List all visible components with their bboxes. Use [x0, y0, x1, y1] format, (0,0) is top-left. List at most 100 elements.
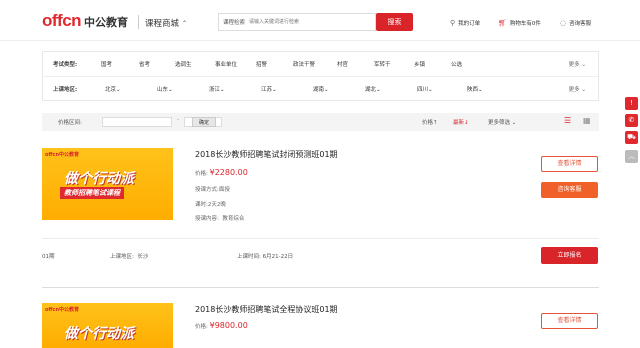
course-1-price-row: 价格: ¥2280.00 — [195, 168, 248, 177]
sidebar-phone-button[interactable]: ✆ — [625, 114, 638, 127]
region-4-label: 湖南 — [313, 87, 325, 93]
filter-region-0[interactable]: 北京⌄ — [105, 85, 121, 93]
list-view-icon[interactable]: ☰ — [564, 116, 571, 125]
region-row: 上课地区: 北京⌄ 山东⌄ 浙江⌄ 江苏⌄ 湖南⌄ 湖北⌄ 四川⌄ 陕西⌄ 更多… — [43, 77, 598, 102]
sort-latest[interactable]: 最新↓ — [453, 118, 469, 126]
course-1-divider — [42, 238, 599, 239]
filter-region-1[interactable]: 山东⌄ — [157, 85, 173, 93]
region-0-label: 北京 — [105, 87, 117, 93]
course-1-mode-row: 授课方式:面授 — [195, 185, 230, 193]
filter-exam-type-3[interactable]: 事业单位 — [215, 60, 237, 68]
sidebar-cart-button[interactable]: ⛟ — [625, 131, 638, 144]
course-2-title[interactable]: 2018长沙教师招聘笔试全程协议班01期 — [195, 304, 338, 315]
region-2-label: 浙江 — [209, 87, 221, 93]
section-dropdown[interactable]: 课程商城 ⌃ — [145, 17, 187, 29]
price-label: 价格: — [195, 324, 208, 330]
region-5-label: 湖北 — [365, 87, 377, 93]
chevron-down-icon: ⌄ — [376, 87, 381, 93]
sort-toolbar: 价格区间: - 确定 价格↑ 最新↓ 更多筛选 ⌄ ☰ ▦ — [42, 113, 599, 131]
price-min-input[interactable] — [102, 117, 172, 127]
mode-value: 面授 — [218, 187, 230, 193]
filter-region-7[interactable]: 陕西⌄ — [467, 85, 483, 93]
grid-view-icon[interactable]: ▦ — [583, 116, 591, 125]
chevron-down-icon: ⌄ — [581, 62, 586, 68]
more-filters[interactable]: 更多筛选 ⌄ — [488, 118, 516, 126]
logo[interactable]: offcn 中公教育 — [42, 11, 128, 31]
filter-exam-type-8[interactable]: 乡镇 — [414, 60, 425, 68]
chevron-down-icon: ⌄ — [168, 87, 173, 93]
filter-region-6[interactable]: 四川⌄ — [417, 85, 433, 93]
search-button[interactable]: 搜索 — [376, 13, 413, 31]
filter-exam-type-2[interactable]: 选调生 — [175, 60, 192, 68]
filter-exam-type-4[interactable]: 招警 — [256, 60, 267, 68]
range-dash: - — [177, 117, 179, 123]
course-1-thumbnail[interactable]: offcn中公教育 做个行动派 教师招聘笔试课程 — [42, 148, 173, 220]
chevron-down-icon: ⌄ — [478, 87, 483, 93]
filter-exam-type-6[interactable]: 村官 — [337, 60, 348, 68]
arrow-up-icon: ︿ — [628, 152, 635, 160]
price-label: 价格: — [195, 171, 208, 177]
chevron-up-icon: ⌃ — [182, 19, 188, 27]
course-1-consult-button[interactable]: 咨询客服 — [541, 182, 598, 198]
thumb-title: 做个行动派 — [64, 326, 134, 342]
sort-price[interactable]: 价格↑ — [422, 118, 438, 126]
course-1-enroll-button[interactable]: 立即报名 — [541, 247, 598, 264]
more-exam-types-label: 更多 — [568, 62, 580, 68]
content-value: 教育综合 — [222, 216, 245, 222]
search-input[interactable] — [249, 15, 360, 29]
thumb-logo: offcn中公教育 — [45, 152, 80, 158]
filter-region-3[interactable]: 江苏⌄ — [261, 85, 277, 93]
cart-icon: ⛟ — [627, 133, 636, 141]
cart-label: 购物车有0件 — [509, 21, 541, 27]
course-separator — [42, 287, 599, 288]
thumb-title: 做个行动派 — [64, 171, 134, 187]
course-2-price-row: 价格: ¥9800.00 — [195, 321, 248, 330]
course-2-thumbnail[interactable]: offcn中公教育 做个行动派 — [42, 303, 173, 348]
back-to-top-button[interactable]: ︿ — [625, 150, 638, 163]
area-value: 长沙 — [137, 254, 149, 260]
thumb-subtitle: 教师招聘笔试课程 — [60, 187, 124, 199]
cart-link[interactable]: 🛒︎ 购物车有0件 — [498, 19, 541, 27]
hours-value: 2天2晚 — [207, 202, 226, 208]
course-1-detail-button[interactable]: 查看详情 — [541, 156, 598, 172]
filter-exam-type-7[interactable]: 军转干 — [374, 60, 391, 68]
course-1-hours-row: 课时:2天2晚 — [195, 200, 226, 208]
filter-exam-type-1[interactable]: 省考 — [139, 60, 150, 68]
region-3-label: 江苏 — [261, 87, 273, 93]
my-orders-link[interactable]: ⚲ 我的订单 — [450, 19, 480, 27]
chevron-down-icon: ⌄ — [324, 87, 329, 93]
sort-price-label: 价格 — [422, 120, 434, 126]
filter-exam-type-9[interactable]: 公选 — [451, 60, 462, 68]
chevron-down-icon: ⌄ — [428, 87, 433, 93]
more-regions[interactable]: 更多 ⌄ — [569, 85, 586, 93]
chevron-down-icon: ⌄ — [511, 120, 517, 126]
confirm-button[interactable]: 确定 — [192, 117, 216, 127]
course-1-batch: 01期 — [42, 254, 55, 260]
more-exam-types[interactable]: 更多 ⌄ — [569, 60, 586, 68]
chat-icon: ◌ — [560, 19, 567, 27]
course-2-detail-button[interactable]: 查看详情 — [541, 313, 598, 329]
course-1-title[interactable]: 2018长沙教师招聘笔试封闭预测班01期 — [195, 149, 338, 160]
filter-exam-type-0[interactable]: 国考 — [101, 60, 112, 68]
more-filters-label: 更多筛选 — [488, 120, 511, 126]
course-2-price: ¥9800.00 — [209, 321, 248, 330]
course-1-price: ¥2280.00 — [209, 168, 248, 177]
cart-icon: 🛒︎ — [498, 19, 507, 27]
exam-type-row: 考试类型: 国考 省考 选调生 事业单位 招警 政法干警 村官 军转干 乡镇 公… — [43, 52, 598, 77]
filter-exam-type-5[interactable]: 政法干警 — [293, 60, 315, 68]
filter-region-2[interactable]: 浙江⌄ — [209, 85, 225, 93]
search-box: 课程检索 — [218, 13, 376, 31]
hours-label: 课时: — [195, 202, 208, 208]
course-1-area: 上课地区: 长沙 — [110, 252, 148, 260]
region-6-label: 四川 — [417, 87, 429, 93]
more-regions-label: 更多 — [568, 87, 580, 93]
consult-link[interactable]: ◌ 咨询客服 — [560, 19, 591, 27]
filter-region-5[interactable]: 湖北⌄ — [365, 85, 381, 93]
chevron-down-icon: ⌄ — [116, 87, 121, 93]
chevron-down-icon: ⌄ — [272, 87, 277, 93]
consult-label: 咨询客服 — [569, 21, 592, 27]
sidebar-notice-button[interactable]: ! — [625, 97, 638, 110]
filter-region-4[interactable]: 湖南⌄ — [313, 85, 329, 93]
content-label: 授课内容: — [195, 216, 219, 222]
logo-divider — [138, 15, 139, 29]
